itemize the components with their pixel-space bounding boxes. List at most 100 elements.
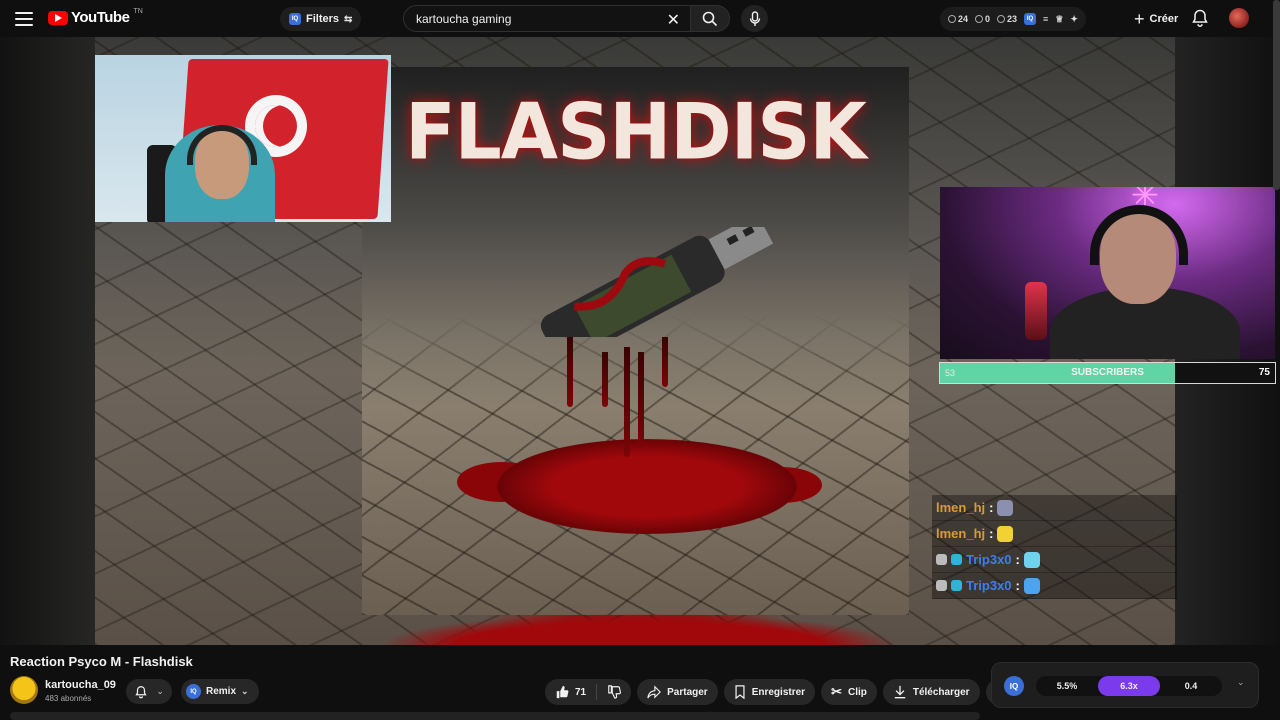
microphone — [1025, 282, 1047, 340]
bell-icon — [135, 685, 147, 698]
webcam-streamer-left — [95, 55, 391, 222]
chat-separator: : — [989, 526, 994, 541]
clip-label: Clip — [847, 686, 867, 698]
flag-crescent — [255, 105, 297, 147]
eye-icon — [975, 15, 984, 23]
chat-badge-icon — [951, 554, 962, 565]
speed-option[interactable]: 0.4 — [1160, 676, 1222, 696]
logo-text: YouTube — [71, 9, 130, 26]
subscriber-goal-target: 75 — [1258, 367, 1270, 378]
stat-views: 24 — [948, 14, 968, 24]
chat-separator: : — [1015, 578, 1020, 593]
stat-watching: 0 — [975, 14, 990, 24]
iq-icon: IQ — [289, 13, 301, 25]
filters-button[interactable]: IQ Filters ⇆ — [280, 7, 362, 31]
thumbs-down-icon — [608, 685, 622, 699]
stat-total: 23 — [997, 14, 1017, 24]
search-icon — [702, 11, 718, 26]
top-bar: YouTube TN IQ Filters ⇆ ✕ 24 0 23 IQ ≡ ♕… — [0, 0, 1280, 37]
channel-name[interactable]: kartoucha_09 — [45, 679, 116, 691]
filters-label: Filters — [306, 13, 340, 25]
account-avatar[interactable] — [1229, 8, 1249, 28]
video-player[interactable]: FLASHDISK ✳ SUBSCRIBERS 53 75 lmen_hj: … — [0, 37, 1280, 645]
like-count: 71 — [575, 686, 587, 698]
iq-icon[interactable]: IQ — [1004, 676, 1024, 696]
like-button[interactable]: 71 — [545, 679, 596, 705]
save-label: Enregistrer — [751, 686, 806, 698]
chat-username: lmen_hj — [936, 500, 986, 515]
speed-option[interactable]: 6.3x — [1098, 676, 1160, 696]
channel-subscriber-count: 483 abonnés — [45, 694, 92, 703]
search-box: ✕ — [403, 5, 691, 32]
list-icon: ≡ — [1043, 14, 1049, 24]
dislike-button[interactable] — [597, 679, 631, 705]
webcam-streamer-right: ✳ — [940, 187, 1275, 359]
album-cover-title: FLASHDISK — [405, 86, 867, 178]
voice-search-button[interactable] — [741, 5, 768, 32]
blood-drip — [567, 337, 573, 407]
chat-username: lmen_hj — [936, 526, 986, 541]
stat-value: 23 — [1007, 14, 1018, 24]
chevron-down-icon: ⌄ — [241, 686, 249, 696]
chat-message: lmen_hj: — [932, 521, 1177, 547]
tune-icon: ⇆ — [344, 13, 353, 25]
blood-drip — [602, 352, 608, 407]
chat-emote-icon — [997, 525, 1014, 542]
eye-icon — [997, 15, 1006, 23]
download-button[interactable]: Télécharger — [882, 679, 980, 705]
video-title: Reaction Psyco M - Flashdisk — [10, 654, 193, 669]
save-button[interactable]: Enregistrer — [723, 679, 816, 705]
download-label: Télécharger — [912, 686, 970, 698]
logo-country-code: TN — [133, 8, 143, 15]
remix-label: Remix — [206, 686, 237, 697]
clock-icon — [948, 15, 956, 23]
blood-drip — [624, 347, 630, 457]
blood-drip — [638, 352, 644, 447]
chevron-down-icon: ⌄ — [156, 686, 164, 696]
youtube-logo[interactable]: YouTube TN — [48, 8, 143, 26]
download-icon — [894, 685, 906, 699]
search-button[interactable] — [690, 5, 730, 32]
search-input[interactable] — [416, 11, 656, 26]
chat-username: Trip3x0 — [966, 578, 1012, 593]
chat-badge-icon — [936, 580, 947, 591]
speed-control-panel: IQ 5.5% 6.3x 0.4 ⌄ — [991, 662, 1259, 708]
stat-value: 0 — [985, 14, 991, 24]
iq-icon: IQ — [1024, 13, 1037, 25]
below-video-divider — [10, 712, 980, 720]
create-label: Créer — [1149, 13, 1179, 25]
extension-stats[interactable]: 24 0 23 IQ ≡ ♕ ✦ — [940, 7, 1086, 31]
clip-button[interactable]: ✂ Clip — [821, 679, 877, 705]
subscriber-goal-start: 53 — [945, 368, 956, 378]
remix-button[interactable]: IQ Remix ⌄ — [181, 679, 259, 704]
share-button[interactable]: Partager — [637, 679, 718, 705]
headset — [1090, 205, 1188, 265]
album-cover: FLASHDISK — [362, 67, 909, 615]
create-button[interactable]: + Créer — [1128, 7, 1184, 31]
video-letterbox-left — [0, 37, 95, 645]
chevron-down-icon[interactable]: ⌄ — [1237, 677, 1245, 688]
chat-badge-icon — [936, 554, 947, 565]
subscriber-goal-bar: SUBSCRIBERS 53 75 — [939, 362, 1276, 384]
page-scrollbar[interactable] — [1273, 0, 1280, 190]
trophy-icon: ♕ — [1055, 13, 1064, 24]
blood-pool-bottom — [380, 613, 900, 645]
speed-selector: 5.5% 6.3x 0.4 — [1036, 676, 1222, 696]
iq-icon: IQ — [186, 684, 201, 699]
video-actions: 71 Partager Enregistrer ✂ Clip Télécharg… — [545, 679, 1012, 705]
share-icon — [647, 685, 662, 699]
plus-icon: + — [1134, 9, 1145, 29]
like-dislike-group: 71 — [545, 679, 632, 705]
chat-emote-icon — [1023, 577, 1040, 594]
sparkle-icon: ✦ — [1070, 13, 1078, 24]
youtube-watch-page: YouTube TN IQ Filters ⇆ ✕ 24 0 23 IQ ≡ ♕… — [0, 0, 1280, 720]
chat-emote-icon — [1023, 551, 1040, 568]
chat-message: Trip3x0: — [932, 573, 1177, 599]
menu-icon[interactable] — [12, 8, 36, 30]
thumbs-up-icon — [556, 685, 569, 699]
subscription-notifications-button[interactable]: ⌄ — [126, 679, 172, 704]
speed-option[interactable]: 5.5% — [1036, 676, 1098, 696]
notifications-bell-icon[interactable] — [1190, 8, 1210, 28]
channel-avatar[interactable] — [10, 676, 38, 704]
clear-search-icon[interactable]: ✕ — [667, 10, 680, 30]
